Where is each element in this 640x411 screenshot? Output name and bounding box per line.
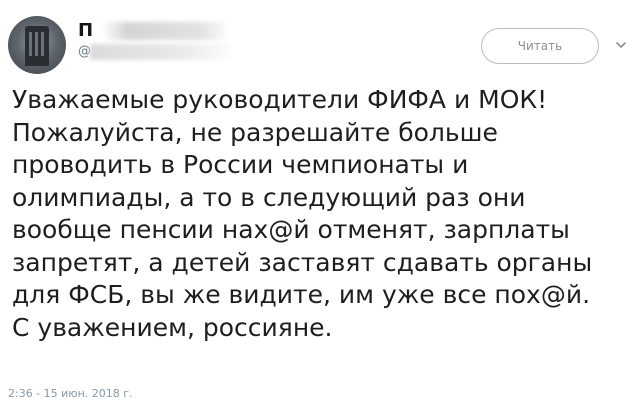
user-info[interactable]: П @ [78,20,338,64]
tweet-text-line: С уважением, россияне. [12,312,333,342]
tweet-text-line: для ФСБ, вы же видите, им уже все пох@й. [12,280,591,309]
tweet-card: П @ Читать Уважаемые руководители ФИФА и… [0,0,640,411]
tweet-text-line: проводить в России чемпионаты и [12,150,469,179]
handle-redaction [90,44,230,60]
name-redaction [102,22,226,40]
tweet-text-line: Уважаемые руководители ФИФА и МОК! [12,85,548,114]
chevron-down-icon[interactable] [614,38,628,52]
tweet-text-line: олимпиады, а то в следующий раз они [12,182,526,212]
avatar-image [25,26,49,66]
display-name[interactable]: П [78,20,93,42]
avatar[interactable] [8,16,66,74]
tweet-timestamp[interactable]: 2:36 - 15 июн. 2018 г. [8,387,133,400]
tweet-text-line: запретят, а детей заставят сдавать орган… [12,247,593,277]
tweet-header: П @ Читать [8,10,632,74]
follow-button[interactable]: Читать [481,28,599,64]
tweet-text: Уважаемые руководители ФИФА и МОК! Пожал… [12,84,628,344]
tweet-text-line: вообще пенсии нах@й отменят, зарплаты [12,215,570,244]
tweet-text-line: Пожалуйста, не разрешайте больше [12,117,498,147]
